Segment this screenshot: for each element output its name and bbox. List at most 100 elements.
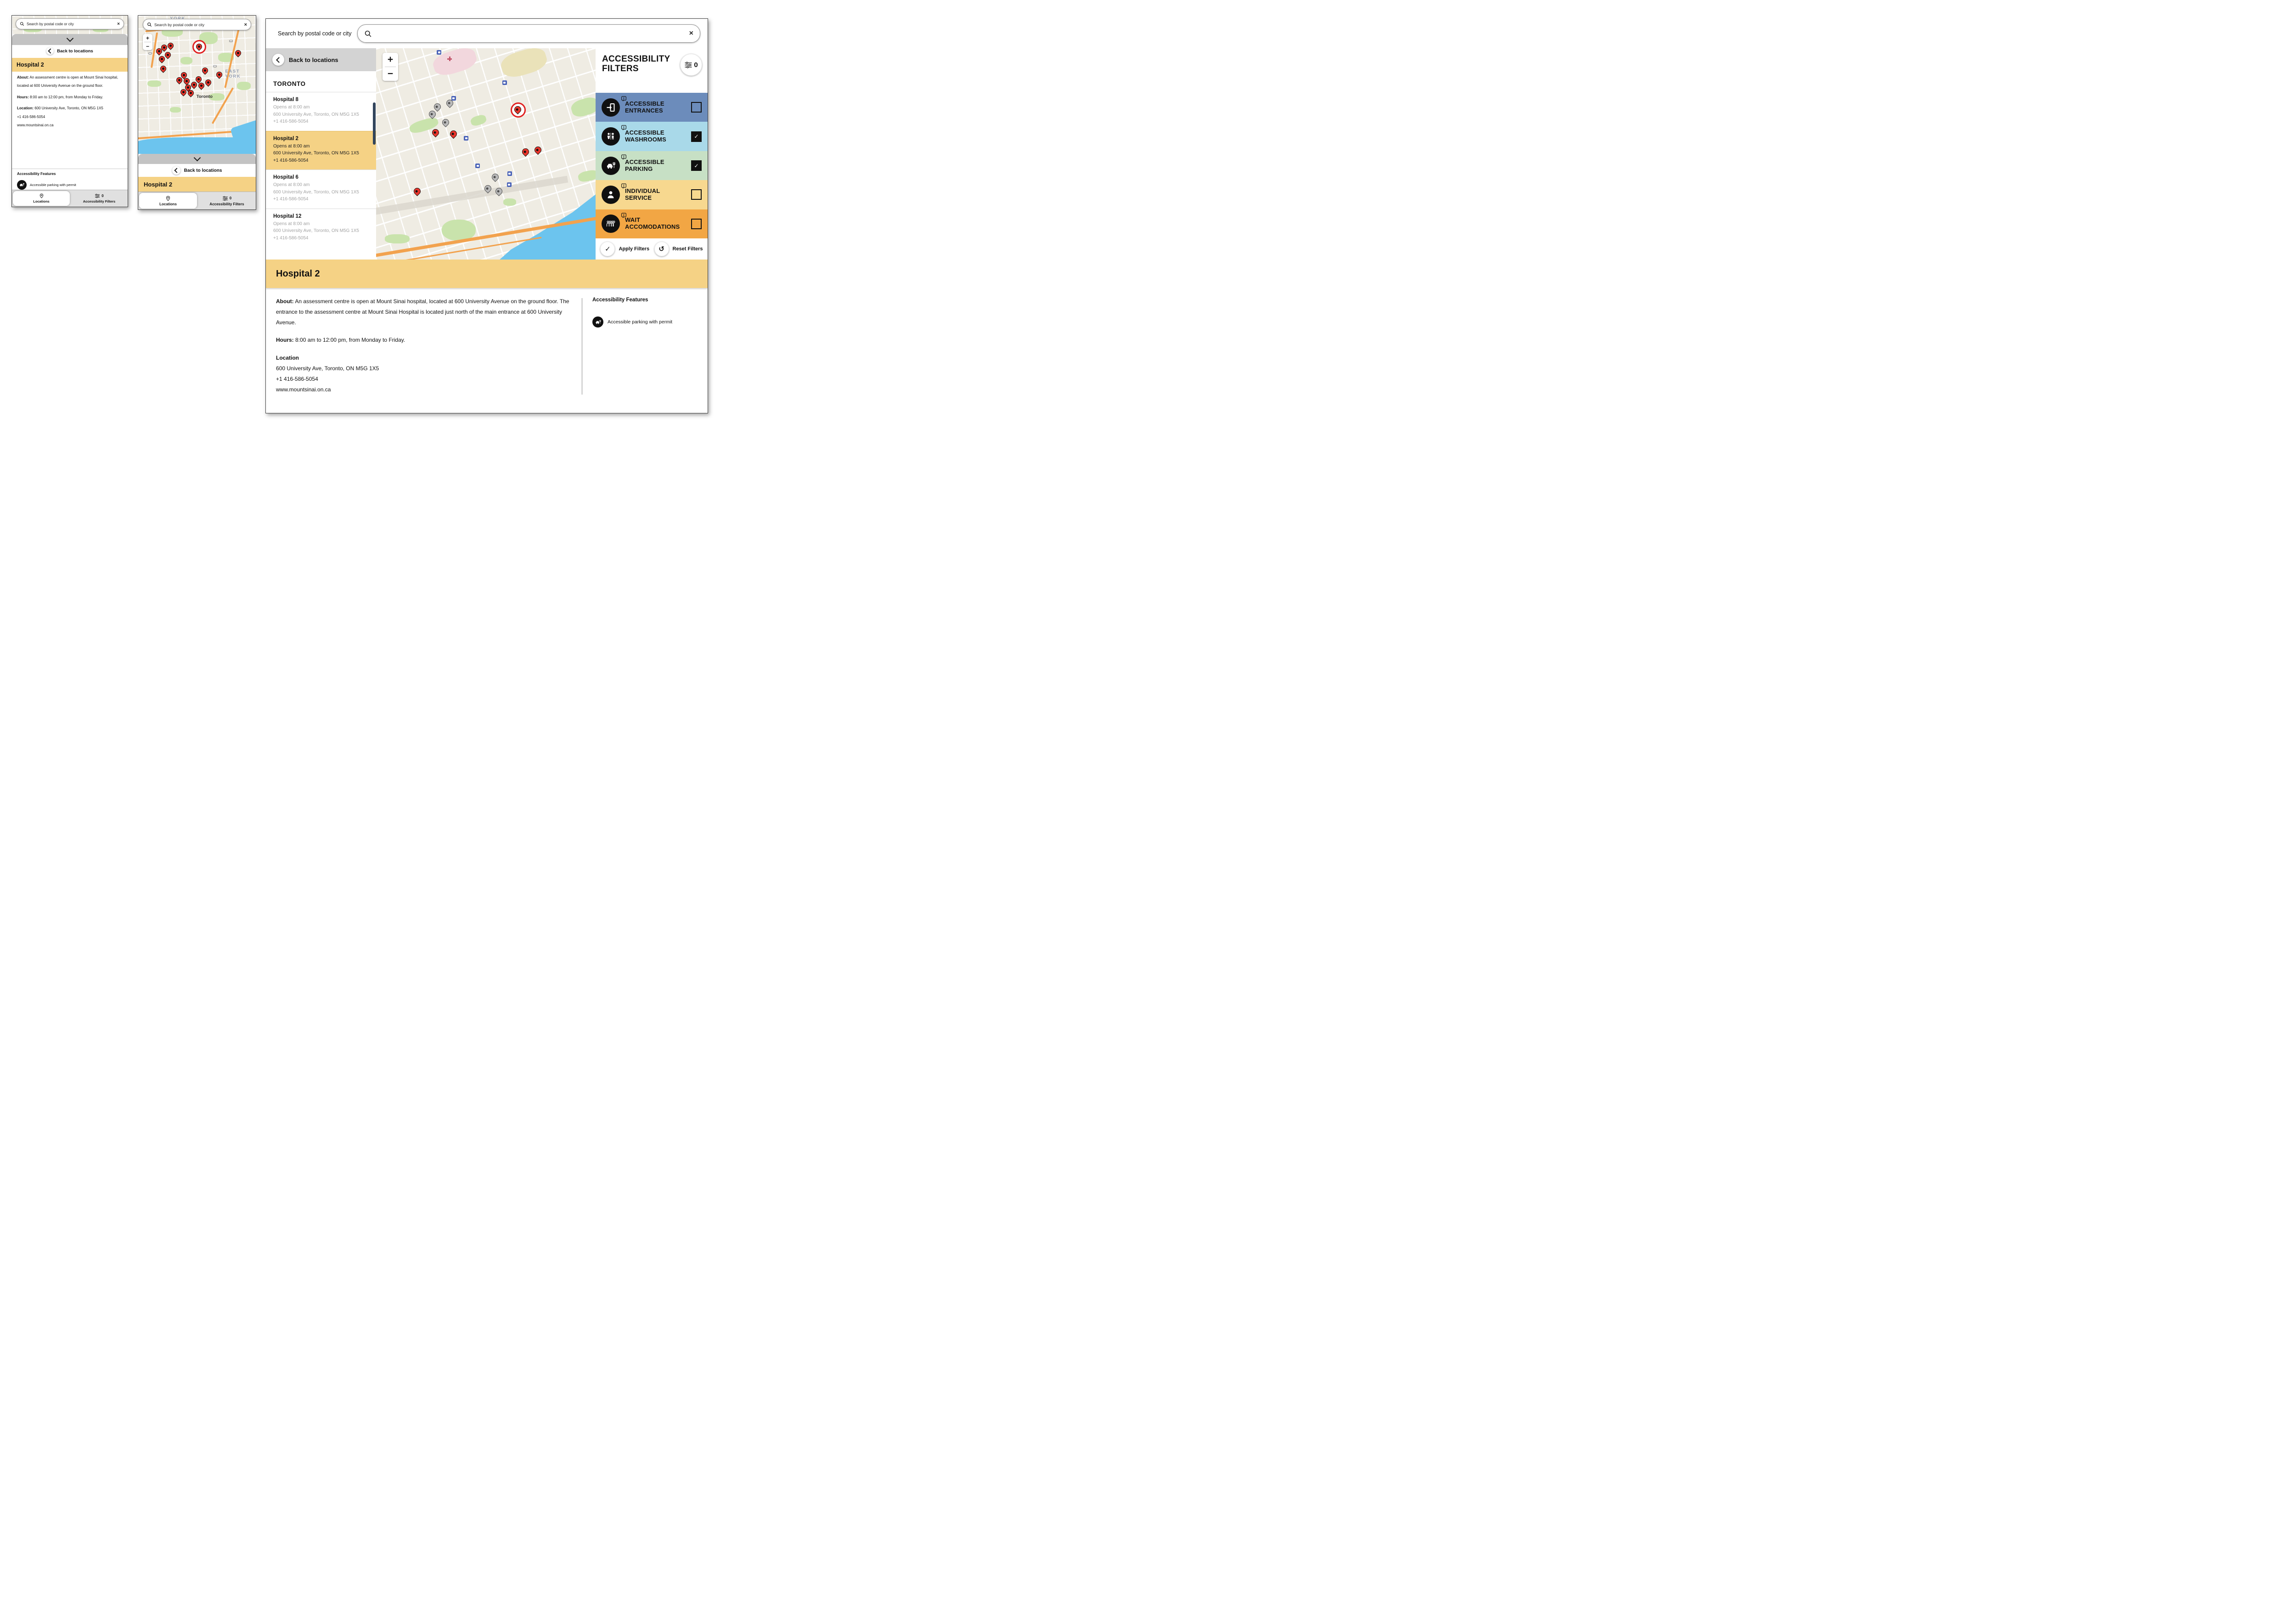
back-to-locations-button[interactable]: Back to locations <box>266 48 376 71</box>
close-icon[interactable]: × <box>117 22 120 27</box>
search-input[interactable] <box>374 30 687 37</box>
search-bar[interactable]: Search by postal code or city × <box>16 18 124 29</box>
info-icon[interactable] <box>621 125 627 131</box>
checkbox-accessible-washrooms[interactable]: ✓ <box>691 131 702 142</box>
city-map[interactable]: + − <box>376 48 596 260</box>
transit-station-icon <box>502 80 507 85</box>
detail-text-column: About: An assessment centre is open at M… <box>276 296 570 408</box>
accessibility-features-section: Accessibility Features P Accessible park… <box>12 169 128 190</box>
tab-label: Locations <box>159 202 177 206</box>
location-opens: Opens at 8:00 am <box>273 104 369 111</box>
main-content: Back to locations TORONTO Hospital 8 Ope… <box>266 48 708 260</box>
address-text: 600 University Ave, Toronto, ON M5G 1X5 <box>276 363 570 374</box>
list-item[interactable]: Hospital 6 Opens at 8:00 am 600 Universi… <box>266 169 376 209</box>
pin-icon <box>428 109 437 119</box>
feature-row: P Accessible parking with permit <box>17 180 123 190</box>
search-icon <box>364 30 372 38</box>
pin-icon <box>433 102 442 112</box>
features-heading: Accessibility Features <box>17 172 123 176</box>
search-header: Search by postal code or city × <box>266 19 708 48</box>
checkbox-accessible-entrances[interactable] <box>691 102 702 113</box>
check-icon: ✓ <box>600 242 615 256</box>
filter-row-wait-accomodations[interactable]: WAIT ACCOMODATIONS <box>596 209 708 238</box>
filter-row-accessible-washrooms[interactable]: ACCESSIBLE WASHROOMS ✓ <box>596 122 708 151</box>
tab-locations[interactable]: Locations <box>13 191 70 206</box>
transit-station-icon <box>507 182 512 187</box>
features-heading: Accessibility Features <box>592 297 698 303</box>
city-map[interactable]: YORK EAST YORK Toronto Search by postal … <box>138 16 256 154</box>
close-icon[interactable]: × <box>689 29 693 38</box>
tab-accessibility-filters[interactable]: 0 Accessibility Filters <box>198 192 256 209</box>
tab-label: Accessibility Filters <box>209 202 244 206</box>
road-shield <box>229 40 233 42</box>
tab-label: Accessibility Filters <box>83 199 115 203</box>
list-item[interactable]: Hospital 8 Opens at 8:00 am 600 Universi… <box>266 92 376 131</box>
detail-features-column: Accessibility Features P Accessible park… <box>592 296 698 408</box>
pin-icon <box>440 117 450 127</box>
entrance-icon <box>602 98 620 117</box>
info-icon[interactable] <box>621 96 627 102</box>
filter-row-accessible-parking[interactable]: P ACCESSIBLE PARKING ✓ <box>596 151 708 180</box>
reset-icon: ↺ <box>654 242 669 256</box>
location-address: 600 University Ave, Toronto, ON M5G 1X5 <box>273 111 369 119</box>
tab-accessibility-filters[interactable]: 0 Accessibility Filters <box>71 190 128 207</box>
mini-map-strip[interactable]: Search by postal code or city × <box>12 16 128 34</box>
close-icon[interactable]: × <box>244 22 247 28</box>
collapse-handle[interactable] <box>12 34 128 45</box>
location-title-bar: Hospital 2 <box>138 177 256 192</box>
about-label: About: <box>276 298 294 305</box>
locations-list[interactable]: TORONTO Hospital 8 Opens at 8:00 am 600 … <box>266 71 376 260</box>
person-icon <box>602 186 620 204</box>
reset-filters-button[interactable]: ↺ Reset Filters <box>654 242 703 256</box>
pin-icon <box>204 78 212 86</box>
location-address: 600 University Ave, Toronto, ON M5G 1X5 <box>273 189 369 196</box>
city-heading: TORONTO <box>266 71 376 92</box>
hours-text: 8:00 am to 12:00 pm, from Monday to Frid… <box>294 337 405 343</box>
search-bar[interactable]: × <box>357 24 701 43</box>
phone-text: +1 416-586-5054 <box>276 374 570 384</box>
search-placeholder[interactable]: Search by postal code or city <box>27 22 115 26</box>
map-green-patch <box>385 234 410 243</box>
back-label: Back to locations <box>289 56 338 63</box>
filter-label: ACCESSIBLE PARKING <box>625 159 664 173</box>
filters-count-button[interactable]: 0 <box>680 54 702 76</box>
info-icon[interactable] <box>621 154 627 161</box>
hours-label: Hours: <box>276 337 294 343</box>
info-icon[interactable] <box>621 213 627 219</box>
scrollbar-thumb[interactable] <box>373 102 376 145</box>
tab-locations[interactable]: Locations <box>139 193 197 209</box>
filter-label: INDIVIDUAL SERVICE <box>625 188 660 202</box>
list-item[interactable]: Hospital 2 Opens at 8:00 am 600 Universi… <box>266 131 376 170</box>
filter-row-individual-service[interactable]: INDIVIDUAL SERVICE <box>596 180 708 209</box>
checkbox-accessible-parking[interactable]: ✓ <box>691 160 702 171</box>
search-bar[interactable]: Search by postal code or city × <box>143 19 251 30</box>
filters-count: 0 <box>694 61 698 69</box>
road-shield <box>148 52 152 54</box>
checkbox-individual-service[interactable] <box>691 189 702 200</box>
location-detail-section: About: An assessment centre is open at M… <box>266 288 708 413</box>
back-to-locations-button[interactable]: Back to locations <box>12 45 128 57</box>
map-green-patch <box>180 57 192 64</box>
search-icon <box>20 22 24 26</box>
zoom-out-button[interactable]: − <box>388 67 393 81</box>
filter-row-accessible-entrances[interactable]: ACCESSIBLE ENTRANCES <box>596 93 708 122</box>
apply-filters-button[interactable]: ✓ Apply Filters <box>600 242 649 256</box>
campus-patch <box>499 48 550 80</box>
zoom-out-button[interactable]: − <box>146 42 149 50</box>
website-link[interactable]: www.mountsinai.on.ca <box>276 384 570 395</box>
checkbox-wait-accomodations[interactable] <box>691 219 702 229</box>
back-to-locations-button[interactable]: Back to locations <box>138 164 256 177</box>
info-icon[interactable] <box>621 183 627 190</box>
bottom-tab-bar: Locations 0 Accessibility Filters <box>138 192 256 209</box>
chevron-down-icon <box>66 35 73 42</box>
search-icon <box>147 22 152 27</box>
chevron-left-icon <box>174 168 179 173</box>
hours-text: 8:00 am to 12:00 pm, from Monday to Frid… <box>29 95 103 99</box>
list-item[interactable]: Hospital 12 Opens at 8:00 am 600 Univers… <box>266 209 376 248</box>
zoom-in-button[interactable]: + <box>146 34 149 42</box>
zoom-in-button[interactable]: + <box>388 53 393 67</box>
search-placeholder[interactable]: Search by postal code or city <box>154 23 242 27</box>
collapse-handle[interactable] <box>138 154 256 164</box>
pin-icon <box>431 128 440 137</box>
website-link[interactable]: www.mountsinai.on.ca <box>17 121 123 130</box>
